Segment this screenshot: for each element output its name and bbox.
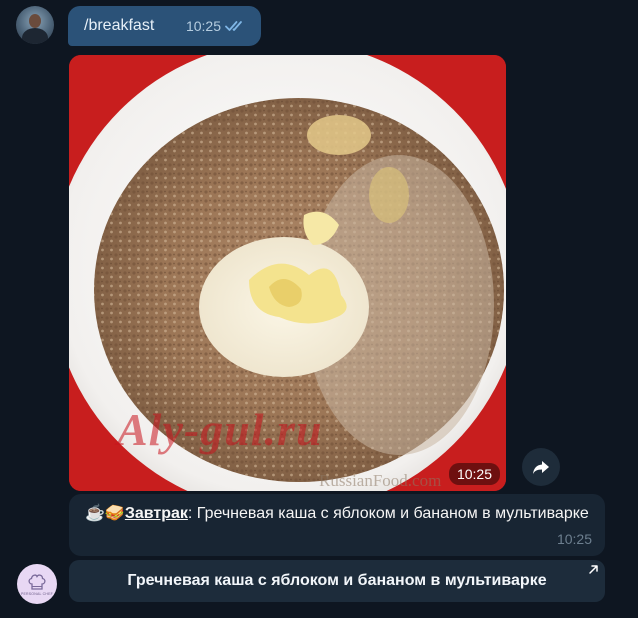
recipe-link-button[interactable]: Гречневая каша с яблоком и бананом в мул…: [69, 560, 605, 602]
recipe-button-label: Гречневая каша с яблоком и бананом в мул…: [127, 572, 547, 589]
forward-button[interactable]: [522, 448, 560, 486]
bot-avatar-label: PERSONAL CHEF: [20, 591, 54, 596]
photo-watermark: Aly-gul.ru: [117, 404, 323, 455]
message-text: Гречневая каша с яблоком и бананом в мул…: [192, 505, 589, 522]
outgoing-message-bubble[interactable]: /breakfast 10:25: [68, 6, 261, 46]
command-text[interactable]: /breakfast: [84, 17, 154, 35]
user-avatar[interactable]: [16, 6, 54, 44]
double-check-icon: [225, 21, 242, 31]
message-emoji: ☕🥪: [85, 505, 125, 522]
photo-watermark-secondary: RussianFood.com: [319, 471, 442, 490]
bot-avatar[interactable]: PERSONAL CHEF: [17, 564, 57, 604]
forward-arrow-icon: [533, 461, 549, 474]
message-label-link[interactable]: Завтрак: [125, 505, 188, 522]
external-link-icon: [589, 565, 598, 574]
photo-time: 10:25: [448, 463, 500, 485]
avatar-shoulder-shape: [22, 28, 48, 44]
chef-hat-icon: [28, 573, 46, 590]
message-time: 10:25: [185, 18, 221, 34]
food-photo[interactable]: Aly-gul.ru RussianFood.com 10:25: [69, 55, 506, 491]
avatar-head-shape: [29, 14, 41, 28]
message-meta: 10:25: [186, 18, 247, 34]
incoming-message-bubble[interactable]: ☕🥪Завтрак: Гречневая каша с яблоком и ба…: [69, 494, 605, 556]
message-time: 10:25: [556, 531, 592, 547]
